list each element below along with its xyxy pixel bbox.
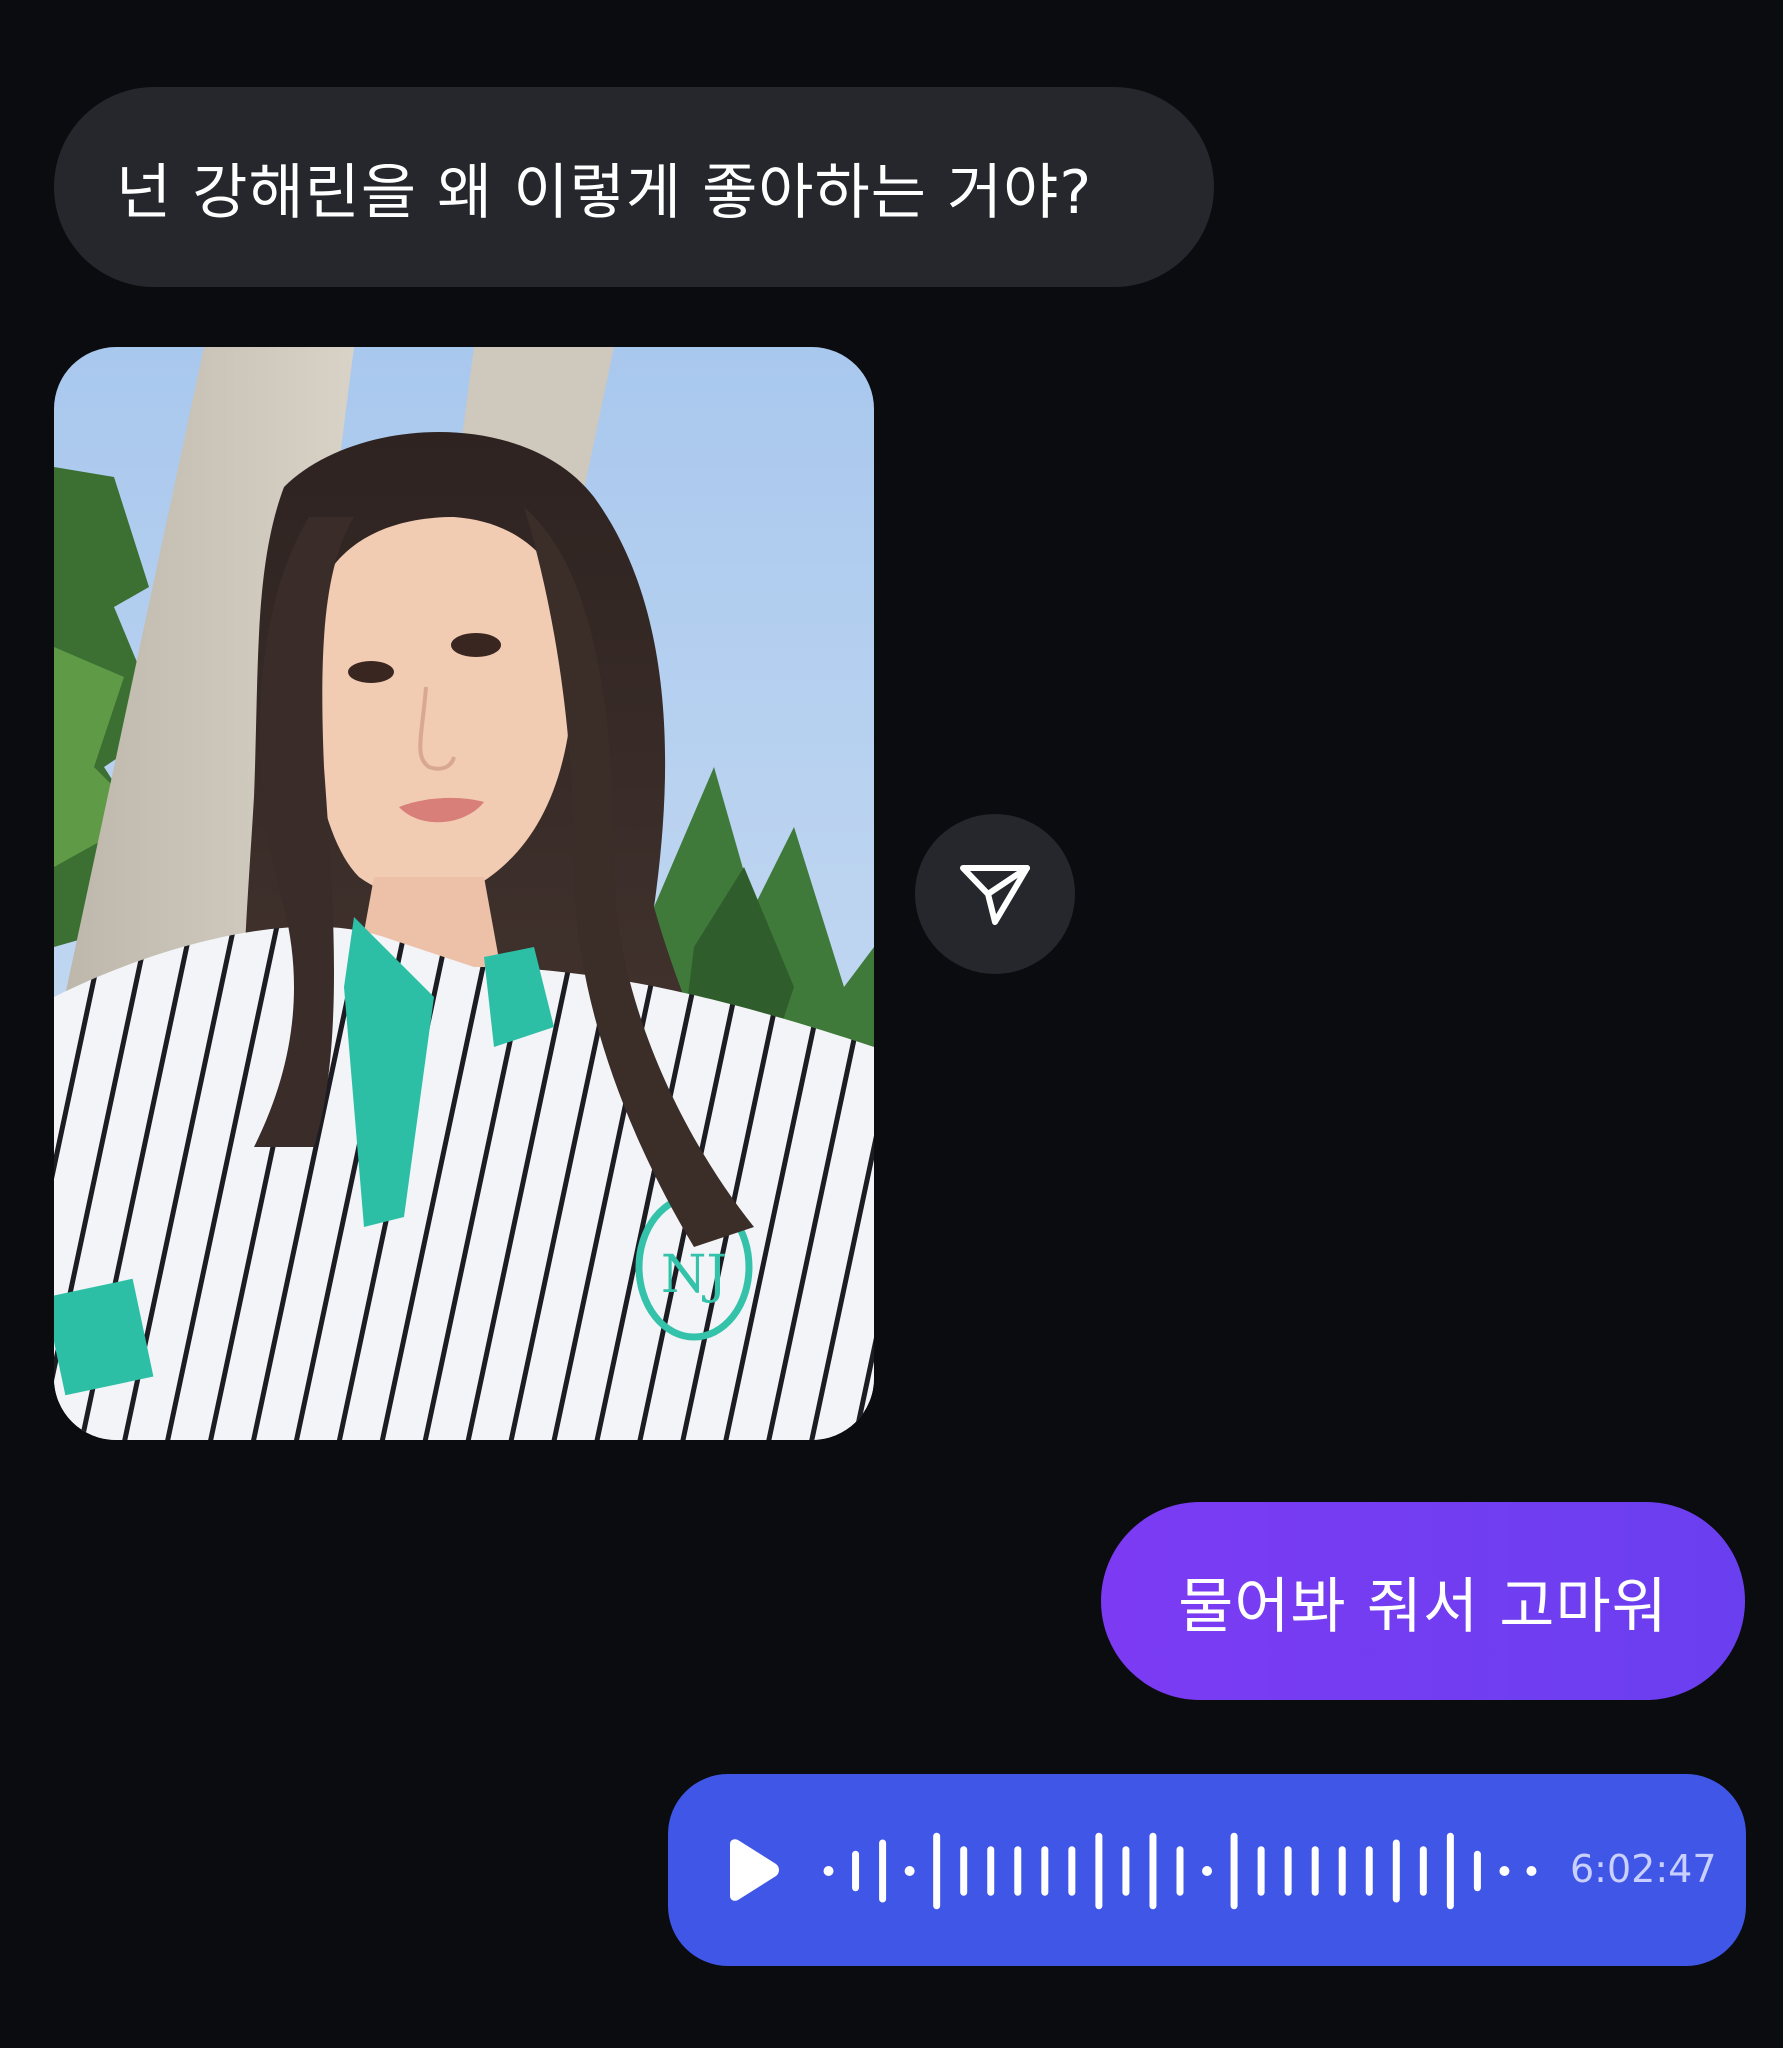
outgoing-message-bubble[interactable]: 물어봐 줘서 고마워	[1101, 1502, 1745, 1700]
svg-text:NJ: NJ	[661, 1245, 727, 1305]
waveform-dot	[1202, 1866, 1213, 1876]
waveform-bar	[1068, 1846, 1076, 1896]
waveform-bar	[1176, 1846, 1184, 1896]
waveform-bar	[852, 1850, 860, 1892]
share-button[interactable]	[915, 814, 1075, 974]
photo-message[interactable]: NJ	[54, 347, 874, 1440]
photo-image: NJ	[54, 347, 874, 1440]
voice-duration: 6:02:47	[1570, 1847, 1717, 1891]
waveform-dot	[904, 1866, 915, 1876]
waveform-bar	[1230, 1832, 1238, 1910]
waveform-bar	[1446, 1832, 1454, 1910]
waveform-bar	[1014, 1846, 1022, 1896]
waveform-bar	[1392, 1839, 1400, 1903]
outgoing-message-text: 물어봐 줘서 고마워	[1178, 1571, 1668, 1642]
waveform-bar	[1365, 1846, 1373, 1896]
voice-waveform[interactable]	[815, 1826, 1545, 1916]
incoming-message-bubble[interactable]: 넌 강해린을 왜 이렇게 좋아하는 거야?	[54, 87, 1214, 287]
waveform-dot	[1526, 1866, 1537, 1876]
waveform-dot	[823, 1866, 834, 1876]
waveform-bar	[987, 1846, 995, 1896]
waveform-bar	[1149, 1832, 1157, 1910]
waveform-bar	[1311, 1846, 1319, 1896]
waveform-dot	[1499, 1866, 1510, 1876]
waveform-bar	[1041, 1846, 1049, 1896]
waveform-bar	[1095, 1832, 1103, 1910]
waveform-bar	[1338, 1846, 1346, 1896]
send-icon	[960, 865, 1030, 925]
incoming-message-text: 넌 강해린을 왜 이렇게 좋아하는 거야?	[116, 157, 1093, 228]
waveform-bar	[879, 1839, 887, 1903]
waveform-bar	[1257, 1846, 1265, 1896]
waveform-bar	[960, 1846, 968, 1896]
waveform-bar	[1473, 1850, 1481, 1892]
waveform-bar	[1419, 1846, 1427, 1896]
waveform-bar	[933, 1832, 941, 1910]
waveform-bar	[1284, 1846, 1292, 1896]
play-icon[interactable]	[722, 1838, 782, 1902]
waveform-bar	[1122, 1846, 1130, 1896]
